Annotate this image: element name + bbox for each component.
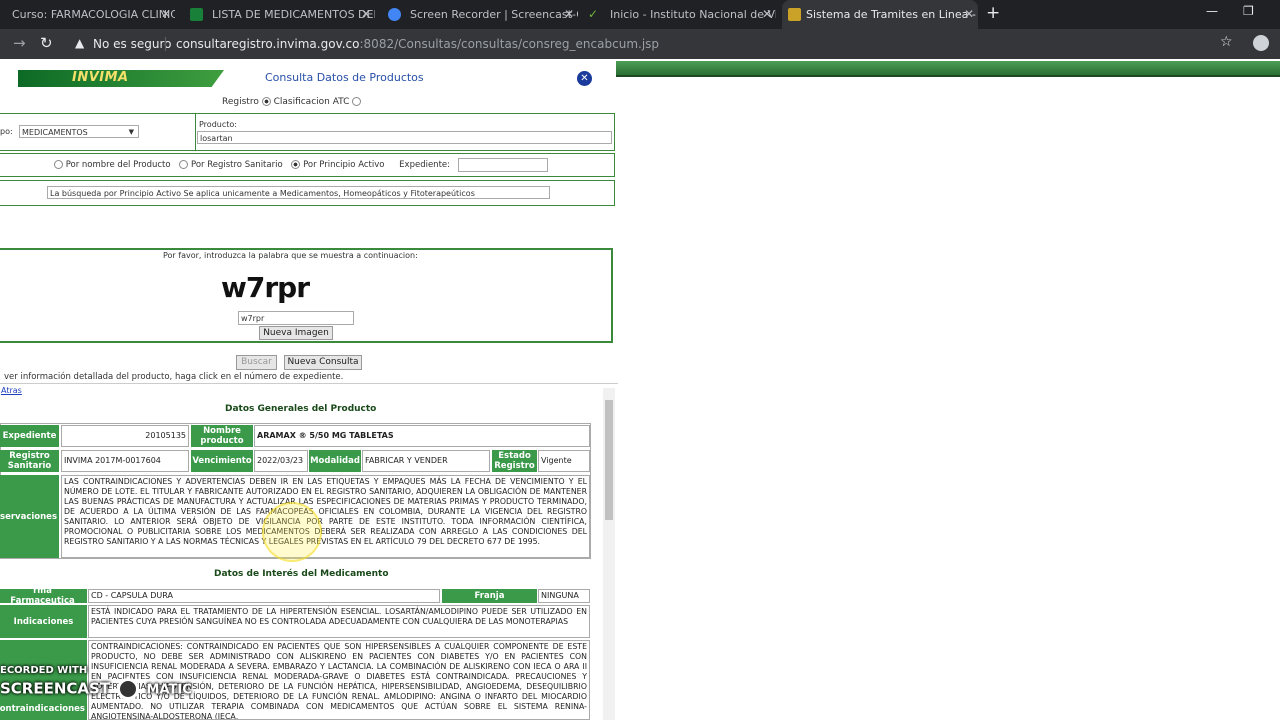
vencimiento-value: 2022/03/23 xyxy=(254,450,308,472)
tab-curso[interactable]: Curso: FARMACOLOGIA CLINICA ✕ xyxy=(0,0,175,29)
atras-link[interactable]: Atras xyxy=(1,386,22,395)
indicaciones-label: Indicaciones xyxy=(0,605,87,638)
radio-por-principio[interactable] xyxy=(291,160,301,169)
tab-sistema-tramites[interactable]: Sistema de Tramites en Linea - C ✕ xyxy=(782,0,978,29)
nueva-imagen-button[interactable]: Nueva Imagen xyxy=(259,326,333,340)
bookmark-star-icon[interactable]: ☆ xyxy=(1220,34,1233,50)
nombre-label: Nombre producto xyxy=(191,425,253,447)
grupo-label: po: xyxy=(0,127,13,136)
radio-registro[interactable] xyxy=(261,97,271,106)
divider xyxy=(0,383,618,384)
divider xyxy=(195,113,196,151)
restore-icon[interactable]: ❐ xyxy=(1243,4,1254,18)
close-icon[interactable]: ✕ xyxy=(762,0,772,29)
estado-value: Vigente xyxy=(538,450,590,472)
radio-atc[interactable] xyxy=(352,97,362,106)
scrollbar[interactable] xyxy=(603,388,615,720)
page-title: Consulta Datos de Productos xyxy=(265,71,424,84)
captcha-image: w7rpr xyxy=(221,271,310,304)
screencast-logo-icon xyxy=(117,678,140,700)
tab-lista[interactable]: LISTA DE MEDICAMENTOS DEL P ✕ xyxy=(190,0,375,29)
producto-label: Producto: xyxy=(199,120,237,129)
search-type-row: Registro Clasificacion ATC xyxy=(222,97,362,107)
not-secure-label[interactable]: No es seguro xyxy=(93,37,171,51)
registro-value: INVIMA 2017M-0017604 xyxy=(61,450,189,472)
hint-text: ver información detallada del producto, … xyxy=(4,372,344,382)
tab-strip: Curso: FARMACOLOGIA CLINICA ✕ LISTA DE M… xyxy=(0,0,1280,29)
tab-invima-inicio[interactable]: ✓ Inicio - Instituto Nacional de Vig ✕ xyxy=(588,0,776,29)
observaciones-value: LAS CONTRAINDICACIONES Y ADVERTENCIAS DE… xyxy=(61,475,590,558)
expediente-input[interactable] xyxy=(458,158,548,172)
producto-input[interactable]: losartan xyxy=(197,131,612,144)
sheets-icon xyxy=(190,8,203,21)
modalidad-label: Modalidad xyxy=(309,450,361,472)
address-bar: → ↻ ▲ No es seguro consultaregistro.invi… xyxy=(0,29,1280,59)
scrollbar-thumb[interactable] xyxy=(605,400,613,520)
reload-icon[interactable]: ↻ xyxy=(40,34,53,52)
expediente-label: Expediente xyxy=(0,425,59,447)
indicaciones-value: ESTÁ INDICADO PARA EL TRATAMIENTO DE LA … xyxy=(88,605,590,638)
franja-value: NINGUNA xyxy=(538,589,590,603)
cursor-highlight xyxy=(262,502,322,562)
close-icon[interactable]: ✕ xyxy=(161,0,171,29)
franja-label: Franja xyxy=(442,589,537,603)
search-by-row: Por nombre del Producto Por Registro San… xyxy=(54,160,450,170)
check-icon: ✓ xyxy=(588,7,599,21)
radio-por-nombre[interactable] xyxy=(54,160,63,169)
forward-icon[interactable]: → xyxy=(13,34,26,52)
screencast-icon xyxy=(388,8,401,21)
profile-avatar[interactable] xyxy=(1253,35,1269,51)
close-icon[interactable]: ✕ xyxy=(964,0,974,29)
site-icon xyxy=(788,8,801,21)
close-icon[interactable]: ✕ xyxy=(361,0,371,29)
minimize-icon[interactable]: — xyxy=(1206,4,1218,18)
interes-data-title: Datos de Interés del Medicamento xyxy=(214,569,389,579)
header-green-bar xyxy=(616,61,1280,77)
observaciones-label: bservaciones xyxy=(0,475,59,558)
page-content: INVIMA Consulta Datos de Productos ✕ Reg… xyxy=(0,59,1280,720)
vencimiento-label: Vencimiento xyxy=(191,450,253,472)
radio-por-registro[interactable] xyxy=(179,160,189,169)
registro-label: Registro Sanitario xyxy=(0,450,59,472)
forma-value: CD - CAPSULA DURA xyxy=(88,589,440,603)
general-data-title: Datos Generales del Producto xyxy=(225,404,377,414)
buscar-button[interactable]: Buscar xyxy=(236,355,277,370)
captcha-input[interactable]: w7rpr xyxy=(238,311,354,325)
forma-label: rma Farmaceutica xyxy=(0,586,87,606)
tab-screencast[interactable]: Screen Recorder | Screencast-O- ✕ xyxy=(388,0,578,29)
captcha-prompt: Por favor, introduzca la palabra que se … xyxy=(163,251,418,260)
url-field[interactable]: consultaregistro.invima.gov.co:8082/Cons… xyxy=(176,37,659,51)
close-icon[interactable]: ✕ xyxy=(564,0,574,29)
warning-icon[interactable]: ▲ xyxy=(75,36,84,50)
nombre-value: ARAMAX ® 5/50 MG TABLETAS xyxy=(254,425,590,447)
info-text: La búsqueda por Principio Activo Se apli… xyxy=(47,186,550,199)
nueva-consulta-button[interactable]: Nueva Consulta xyxy=(284,355,362,370)
grupo-select[interactable]: MEDICAMENTOS ▼ xyxy=(19,125,139,138)
close-icon[interactable]: ✕ xyxy=(577,71,592,86)
estado-label: Estado Registro xyxy=(492,450,537,472)
page-header: INVIMA Consulta Datos de Productos ✕ xyxy=(0,68,616,88)
modalidad-value: FABRICAR Y VENDER xyxy=(362,450,490,472)
expediente-value[interactable]: 20105135 xyxy=(61,425,189,447)
invima-logo-text: INVIMA xyxy=(72,70,129,85)
screencast-watermark: ECORDED WITH SCREENCAST MATIC xyxy=(0,665,192,700)
chevron-down-icon: ▼ xyxy=(128,128,134,136)
divider xyxy=(165,37,166,51)
new-tab-icon[interactable]: + xyxy=(986,3,1000,23)
